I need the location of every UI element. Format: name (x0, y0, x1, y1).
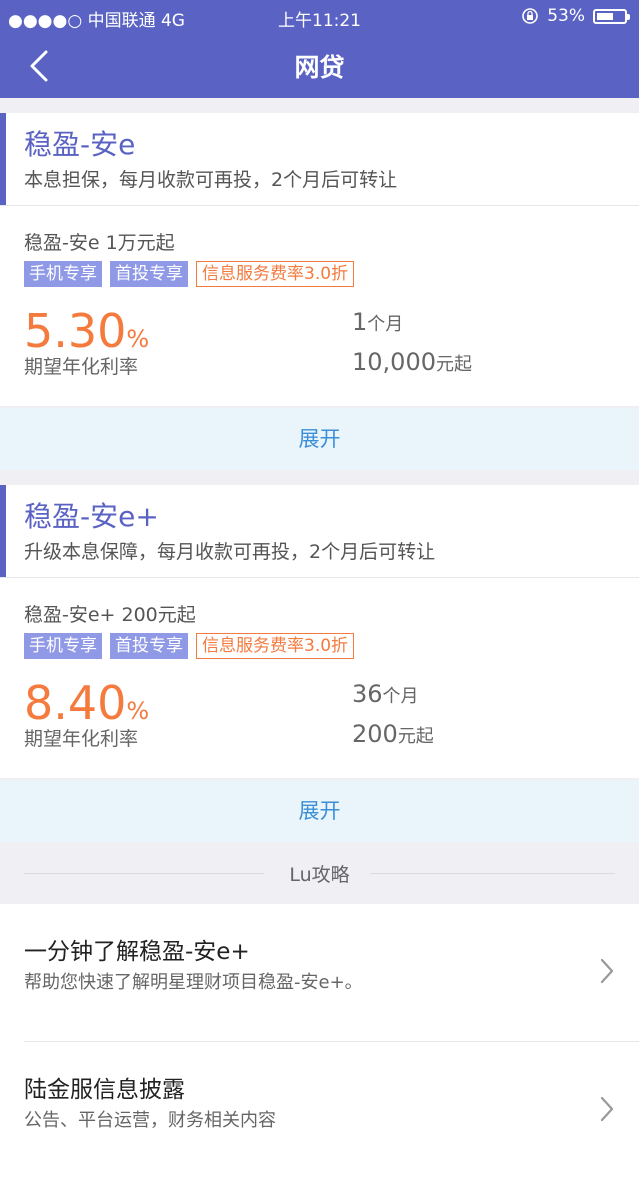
product-header: 稳盈-安e+ 升级本息保障，每月收款可再投，2个月后可转让 (0, 485, 639, 578)
article-description: 公告、平台运营，财务相关内容 (24, 1110, 276, 1131)
term-unit: 个月 (367, 314, 404, 335)
rotation-lock-icon (522, 8, 539, 24)
battery-icon (593, 8, 630, 24)
expected-rate: 5.30% (24, 304, 149, 358)
product-subtitle: 稳盈-安e 1万元起 (24, 232, 175, 254)
min-value: 200 (352, 720, 398, 748)
tag-fee-discount: 信息服务费率3.0折 (196, 633, 355, 659)
chevron-right-icon (600, 958, 614, 984)
accent-bar (0, 113, 6, 205)
product-name: 稳盈-安e (24, 128, 136, 161)
product-subtitle: 稳盈-安e+ 200元起 (24, 604, 196, 626)
status-right: 53% (521, 6, 630, 26)
product-body: 稳盈-安e+ 200元起 手机专享 首投专享 信息服务费率3.0折 8.40% … (0, 578, 639, 778)
rate-unit: % (126, 325, 150, 353)
product-tags: 手机专享 首投专享 信息服务费率3.0折 (24, 633, 355, 659)
tag-mobile-exclusive: 手机专享 (24, 261, 102, 287)
product-tags: 手机专享 首投专享 信息服务费率3.0折 (24, 261, 355, 287)
rate-label: 期望年化利率 (24, 356, 139, 378)
article-title: 陆金服信息披露 (24, 1077, 185, 1103)
tag-fee-discount: 信息服务费率3.0折 (196, 261, 355, 287)
battery-percent: 53% (547, 6, 585, 26)
expand-button-1[interactable]: 展开 (0, 408, 639, 470)
rate-value: 8.40 (24, 676, 127, 730)
chevron-right-icon (600, 1096, 614, 1122)
article-description: 帮助您快速了解明星理财项目稳盈-安e+。 (24, 972, 363, 993)
product-name: 稳盈-安e+ (24, 500, 159, 533)
tag-first-investment: 首投专享 (110, 633, 188, 659)
product-card-1[interactable]: 稳盈-安e 本息担保，每月收款可再投，2个月后可转让 稳盈-安e 1万元起 手机… (0, 113, 639, 406)
status-bar: ●●●●○ 中国联通 4G 上午11:21 53% (0, 0, 639, 34)
term-value: 1 (352, 308, 368, 336)
product-header: 稳盈-安e 本息担保，每月收款可再投，2个月后可转让 (0, 113, 639, 206)
divider-right (370, 873, 615, 874)
expected-rate: 8.40% (24, 676, 149, 730)
min-amount: 10,000元起 (352, 348, 472, 376)
min-amount: 200元起 (352, 720, 434, 748)
rate-unit: % (126, 697, 150, 725)
nav-bar: 网贷 (0, 34, 639, 98)
term: 1个月 (352, 308, 403, 336)
page-title: 网贷 (294, 53, 345, 82)
min-unit: 元起 (397, 726, 434, 747)
tag-mobile-exclusive: 手机专享 (24, 633, 102, 659)
product-description: 升级本息保障，每月收款可再投，2个月后可转让 (24, 541, 436, 563)
rate-value: 5.30 (24, 304, 127, 358)
term: 36个月 (352, 680, 419, 708)
expand-button-2[interactable]: 展开 (0, 780, 639, 842)
term-unit: 个月 (382, 686, 419, 707)
product-card-2[interactable]: 稳盈-安e+ 升级本息保障，每月收款可再投，2个月后可转让 稳盈-安e+ 200… (0, 485, 639, 778)
accent-bar (0, 485, 6, 577)
term-value: 36 (352, 680, 383, 708)
min-unit: 元起 (435, 354, 472, 375)
article-item-2[interactable]: 陆金服信息披露 公告、平台运营，财务相关内容 (0, 1042, 639, 1180)
section-header: Lu攻略 (0, 842, 639, 904)
rate-label: 期望年化利率 (24, 728, 139, 750)
product-body: 稳盈-安e 1万元起 手机专享 首投专享 信息服务费率3.0折 5.30% 期望… (0, 206, 639, 406)
article-title: 一分钟了解稳盈-安e+ (24, 939, 250, 965)
tag-first-investment: 首投专享 (110, 261, 188, 287)
min-value: 10,000 (352, 348, 436, 376)
product-description: 本息担保，每月收款可再投，2个月后可转让 (24, 169, 398, 191)
article-item-1[interactable]: 一分钟了解稳盈-安e+ 帮助您快速了解明星理财项目稳盈-安e+。 (0, 904, 639, 1042)
